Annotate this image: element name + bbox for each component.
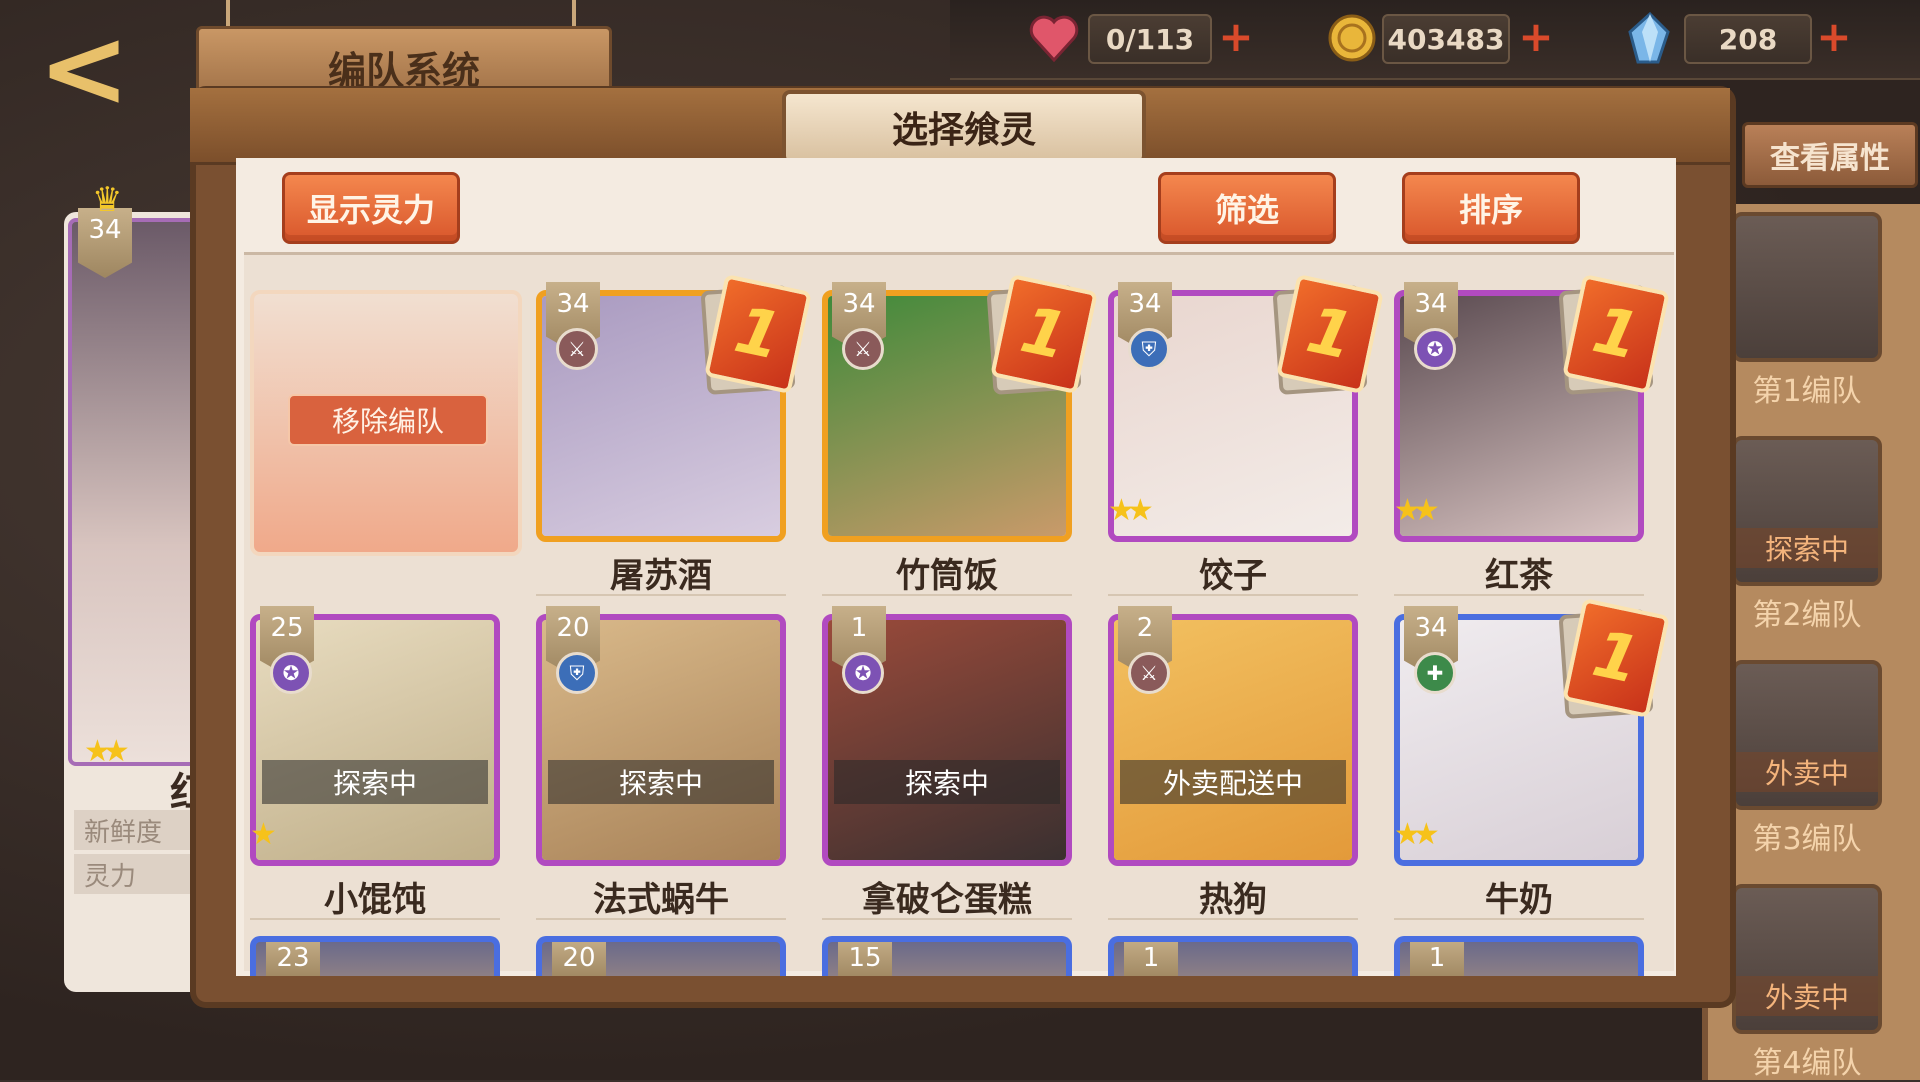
- character-card[interactable]: 34 ✚ 1 ★★ 牛奶: [1394, 597, 1670, 920]
- star-rating: ★★: [1108, 493, 1154, 528]
- character-card[interactable]: 探索中 20 ⛨ 法式蜗牛: [536, 606, 796, 920]
- team-leader-portrait: [1732, 212, 1882, 362]
- team-label: 第1编队: [1752, 374, 1862, 409]
- team-leader-portrait: 外卖中: [1732, 660, 1882, 810]
- level-badge: 1: [1410, 942, 1464, 976]
- cross-class-icon: ✚: [1414, 652, 1456, 694]
- star-rating: ★★: [1394, 817, 1440, 852]
- coin-icon: [1324, 10, 1380, 66]
- character-card[interactable]: 20: [536, 936, 786, 976]
- card-status: 探索中: [834, 760, 1060, 804]
- character-card[interactable]: 1: [1108, 936, 1358, 976]
- team-label: 第2编队: [1752, 598, 1862, 633]
- team-status: 外卖中: [1736, 976, 1878, 1016]
- character-card[interactable]: 探索中 25 ✪ ★ 小馄饨: [250, 606, 510, 920]
- character-card[interactable]: 探索中 1 ✪ 拿破仑蛋糕: [822, 606, 1082, 920]
- team-slot-2[interactable]: 探索中第2编队: [1732, 436, 1882, 634]
- back-button[interactable]: <: [38, 13, 168, 123]
- filter-button[interactable]: 筛选: [1158, 172, 1336, 244]
- add-coins-button[interactable]: +: [1508, 8, 1564, 64]
- character-name: 法式蜗牛: [536, 872, 786, 920]
- team-slot-1[interactable]: 第1编队: [1732, 212, 1882, 410]
- team-label: 第3编队: [1752, 822, 1862, 857]
- character-card[interactable]: 23: [250, 936, 500, 976]
- heart-icon: [1026, 10, 1082, 66]
- sword-class-icon: ⚔: [1128, 652, 1170, 694]
- add-gems-button[interactable]: +: [1806, 8, 1862, 64]
- character-name: 红茶: [1394, 548, 1644, 596]
- star-class-icon: ✪: [842, 652, 884, 694]
- shield-class-icon: ⛨: [556, 652, 598, 694]
- team-leader-portrait: 外卖中: [1732, 884, 1882, 1034]
- character-name: 牛奶: [1394, 872, 1644, 920]
- character-name: 竹筒饭: [822, 548, 1072, 596]
- team-slot-4[interactable]: 外卖中第4编队: [1732, 884, 1882, 1082]
- level-badge: 23: [266, 942, 320, 976]
- sort-button[interactable]: 排序: [1402, 172, 1580, 244]
- character-name: 热狗: [1108, 872, 1358, 920]
- star-rating: ★: [250, 817, 277, 852]
- show-power-button[interactable]: 显示灵力: [282, 172, 460, 244]
- star-class-icon: ✪: [1414, 328, 1456, 370]
- stamina-value: 0/113: [1088, 14, 1212, 64]
- selected-stars: ★★: [84, 734, 130, 769]
- sword-class-icon: ⚔: [556, 328, 598, 370]
- character-name: 拿破仑蛋糕: [822, 872, 1072, 920]
- resource-bar: 0/113 + 403483 + 208 +: [950, 0, 1920, 80]
- shield-class-icon: ⛨: [1128, 328, 1170, 370]
- team-status: 探索中: [1736, 528, 1878, 568]
- card-status: 外卖配送中: [1120, 760, 1346, 804]
- remove-from-team-button[interactable]: 移除编队: [288, 394, 488, 446]
- crown-icon: ♛: [92, 180, 123, 220]
- card-status: 探索中: [548, 760, 774, 804]
- character-card[interactable]: 34 ⚔ 1 屠苏酒: [536, 273, 812, 596]
- view-attributes-button[interactable]: 查看属性: [1742, 122, 1918, 188]
- gems-value: 208: [1684, 14, 1812, 64]
- team-label: 第4编队: [1752, 1046, 1862, 1081]
- team-leader-portrait: 探索中: [1732, 436, 1882, 586]
- star-class-icon: ✪: [270, 652, 312, 694]
- character-card[interactable]: 1: [1394, 936, 1644, 976]
- character-card[interactable]: 15: [822, 936, 1072, 976]
- add-stamina-button[interactable]: +: [1208, 8, 1264, 64]
- team-slot-3[interactable]: 外卖中第3编队: [1732, 660, 1882, 858]
- level-badge: 1: [1124, 942, 1178, 976]
- character-card[interactable]: 34 ✪ 1 ★★ 红茶: [1394, 273, 1670, 596]
- character-name: 小馄饨: [250, 872, 500, 920]
- character-name: 饺子: [1108, 548, 1358, 596]
- character-card[interactable]: 34 ⚔ 1 竹筒饭: [822, 273, 1098, 596]
- character-name: 屠苏酒: [536, 548, 786, 596]
- card-status: 探索中: [262, 760, 488, 804]
- crystal-icon: [1622, 10, 1678, 66]
- coins-value: 403483: [1382, 14, 1510, 64]
- character-card[interactable]: 外卖配送中 2 ⚔ 热狗: [1108, 606, 1368, 920]
- sword-class-icon: ⚔: [842, 328, 884, 370]
- modal-title: 选择飨灵: [782, 90, 1146, 164]
- level-badge: 15: [838, 942, 892, 976]
- team-status: 外卖中: [1736, 752, 1878, 792]
- level-badge: 20: [552, 942, 606, 976]
- character-card[interactable]: 34 ⛨ 1 ★★ 饺子: [1108, 273, 1384, 596]
- star-rating: ★★: [1394, 493, 1440, 528]
